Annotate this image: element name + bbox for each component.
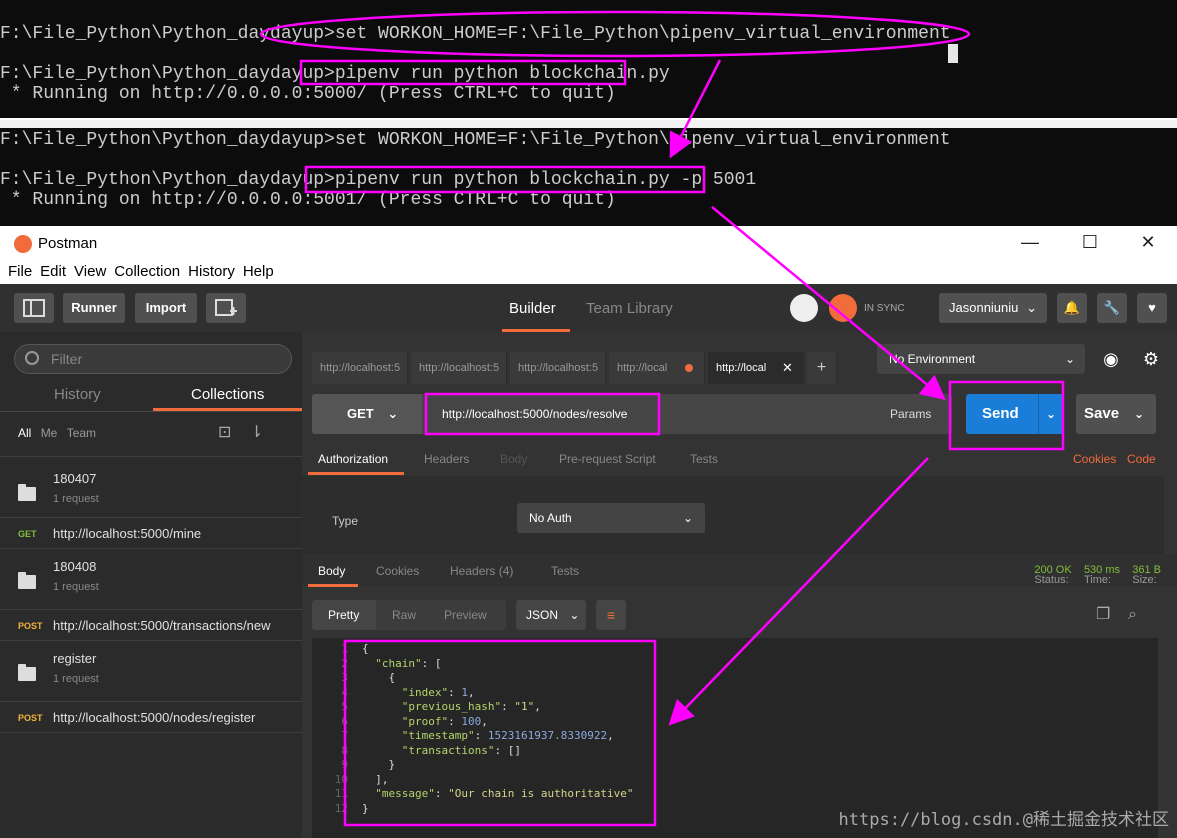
highlight-box	[343, 639, 657, 827]
annotation-arrow	[669, 59, 722, 159]
highlight-box	[948, 380, 1065, 451]
annotation-overlay	[259, 10, 1065, 827]
highlight-box	[304, 165, 706, 194]
highlight-box	[299, 59, 627, 86]
highlight-ellipse	[259, 10, 971, 58]
highlight-box	[424, 392, 661, 436]
annotation-arrow	[668, 457, 929, 726]
watermark: https://blog.csdn.@稀土掘金技术社区	[838, 810, 1169, 830]
annotation-arrow	[711, 206, 946, 401]
